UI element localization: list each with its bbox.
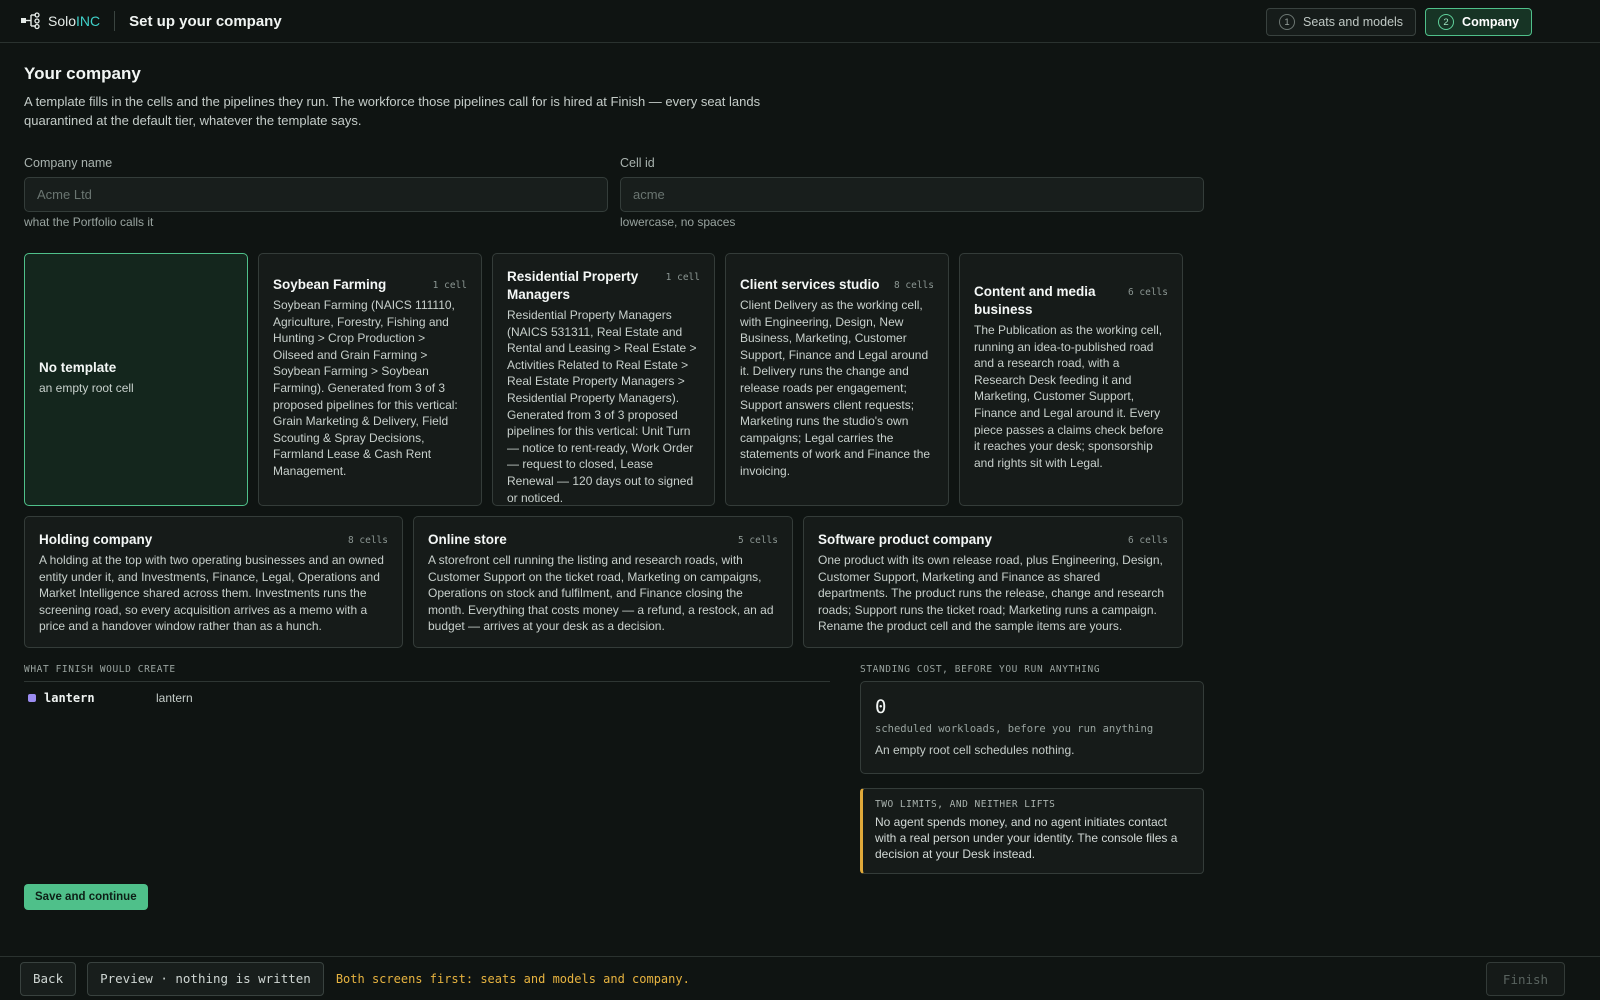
page-title: Set up your company (129, 12, 282, 30)
cell-name: lantern (156, 691, 193, 705)
back-button[interactable]: Back (20, 961, 77, 996)
step-number: 1 (1278, 14, 1295, 30)
template-title: Residential Property Managers (507, 269, 639, 302)
template-card-no-template[interactable]: No template an empty root cell (24, 253, 248, 506)
cell-id-group: Cell id lowercase, no spaces (620, 156, 1204, 229)
template-cell-count: 6 cells (1127, 535, 1168, 546)
cost-value: 0 (875, 696, 887, 718)
finish-preview-label: WHAT FINISH WOULD CREATE (24, 664, 176, 675)
template-title: Software product company (818, 532, 993, 547)
standing-cost: STANDING COST, BEFORE YOU RUN ANYTHING 0… (860, 664, 1204, 774)
limits-text: No agent spends money, and no agent init… (875, 815, 1178, 861)
intro-text: A template fills in the cells and the pi… (24, 94, 761, 128)
finish-button[interactable]: Finish (1486, 962, 1565, 996)
template-cards-row-2: Holding company 8 cells A holding at the… (24, 516, 1204, 648)
step-indicator: 1 Seats and models 2 Company (1265, 8, 1532, 36)
template-description: an empty root cell (39, 381, 134, 395)
template-cell-count: 8 cells (347, 535, 388, 546)
template-title: No template (39, 360, 117, 375)
template-cell-count: 8 cells (893, 280, 934, 291)
standing-cost-panel: 0 scheduled workloads, before you run an… (860, 681, 1204, 774)
top-bar: SoloINC Set up your company 1 Seats and … (0, 0, 1600, 43)
cell-id-hint: lowercase, no spaces (620, 215, 736, 229)
step-number: 2 (1438, 14, 1455, 30)
brand-name: SoloINC (48, 13, 101, 29)
step-seats-and-models[interactable]: 1 Seats and models (1265, 8, 1417, 36)
cost-caption: scheduled workloads, before you run anyt… (875, 723, 1154, 735)
limits-notice: TWO LIMITS, AND NEITHER LIFTS No agent s… (860, 788, 1204, 874)
template-cards-row-1: No template an empty root cell Soybean F… (24, 253, 1204, 506)
template-cell-count: 1 cell (665, 272, 700, 283)
template-card-soybean-farming[interactable]: Soybean Farming 1 cell Soybean Farming (… (258, 253, 482, 506)
template-card-holding-company[interactable]: Holding company 8 cells A holding at the… (24, 516, 403, 648)
template-card-residential-property-managers[interactable]: Residential Property Managers 1 cell Res… (492, 253, 715, 506)
section-title: Your company (24, 64, 141, 83)
template-title: Content and media business (974, 284, 1096, 317)
template-title: Soybean Farming (273, 277, 387, 292)
company-name-hint: what the Portfolio calls it (24, 215, 154, 229)
header-divider (114, 11, 116, 31)
template-cell-count: 1 cell (432, 280, 467, 291)
template-title: Holding company (39, 532, 153, 547)
warning-text: Both screens first: seats and models and… (335, 971, 690, 986)
company-form: Your company A template fills in the cel… (24, 64, 1204, 910)
step-label: Company (1462, 15, 1519, 29)
template-description: Client Delivery as the working cell, wit… (740, 298, 931, 478)
template-cell-count: 5 cells (737, 535, 778, 546)
cell-color-swatch (28, 694, 36, 702)
footer-bar: Back Preview · nothing is written Both s… (0, 956, 1600, 1000)
template-card-software-product-company[interactable]: Software product company 6 cells One pro… (803, 516, 1183, 648)
template-card-content-and-media-business[interactable]: Content and media business 6 cells The P… (959, 253, 1183, 506)
template-description: Soybean Farming (NAICS 111110, Agricultu… (273, 298, 458, 478)
list-item: lantern lantern (24, 691, 830, 705)
limits-title: TWO LIMITS, AND NEITHER LIFTS (875, 799, 1056, 810)
company-name-group: Company name what the Portfolio calls it (24, 156, 608, 229)
cost-note: An empty root cell schedules nothing. (875, 743, 1075, 757)
step-label: Seats and models (1302, 15, 1404, 29)
template-card-client-services-studio[interactable]: Client services studio 8 cells Client De… (725, 253, 949, 506)
company-fields: Company name what the Portfolio calls it… (24, 156, 1204, 229)
company-name-input[interactable] (24, 177, 608, 212)
template-card-online-store[interactable]: Online store 5 cells A storefront cell r… (413, 516, 793, 648)
step-company[interactable]: 2 Company (1425, 8, 1532, 36)
template-cell-count: 6 cells (1127, 287, 1168, 298)
standing-cost-label: STANDING COST, BEFORE YOU RUN ANYTHING (860, 664, 1101, 675)
template-description: One product with its own release road, p… (818, 553, 1164, 634)
finish-preview: WHAT FINISH WOULD CREATE lantern lantern (24, 664, 830, 705)
template-description: The Publication as the working cell, run… (974, 323, 1164, 470)
template-description: A storefront cell running the listing an… (428, 553, 774, 634)
company-name-label: Company name (24, 156, 113, 170)
cell-id-label: Cell id (620, 156, 655, 170)
cell-id-input[interactable] (620, 177, 1204, 212)
brand[interactable]: SoloINC (20, 12, 100, 30)
template-description: Residential Property Managers (NAICS 531… (507, 308, 697, 505)
template-title: Online store (428, 532, 507, 547)
cell-id: lantern (44, 691, 95, 705)
save-and-continue-button[interactable]: Save and continue (24, 884, 148, 910)
divider (24, 681, 830, 682)
preview-button[interactable]: Preview · nothing is written (87, 961, 324, 996)
logo-icon (21, 12, 40, 30)
template-description: A holding at the top with two operating … (39, 553, 384, 634)
template-title: Client services studio (740, 277, 880, 292)
